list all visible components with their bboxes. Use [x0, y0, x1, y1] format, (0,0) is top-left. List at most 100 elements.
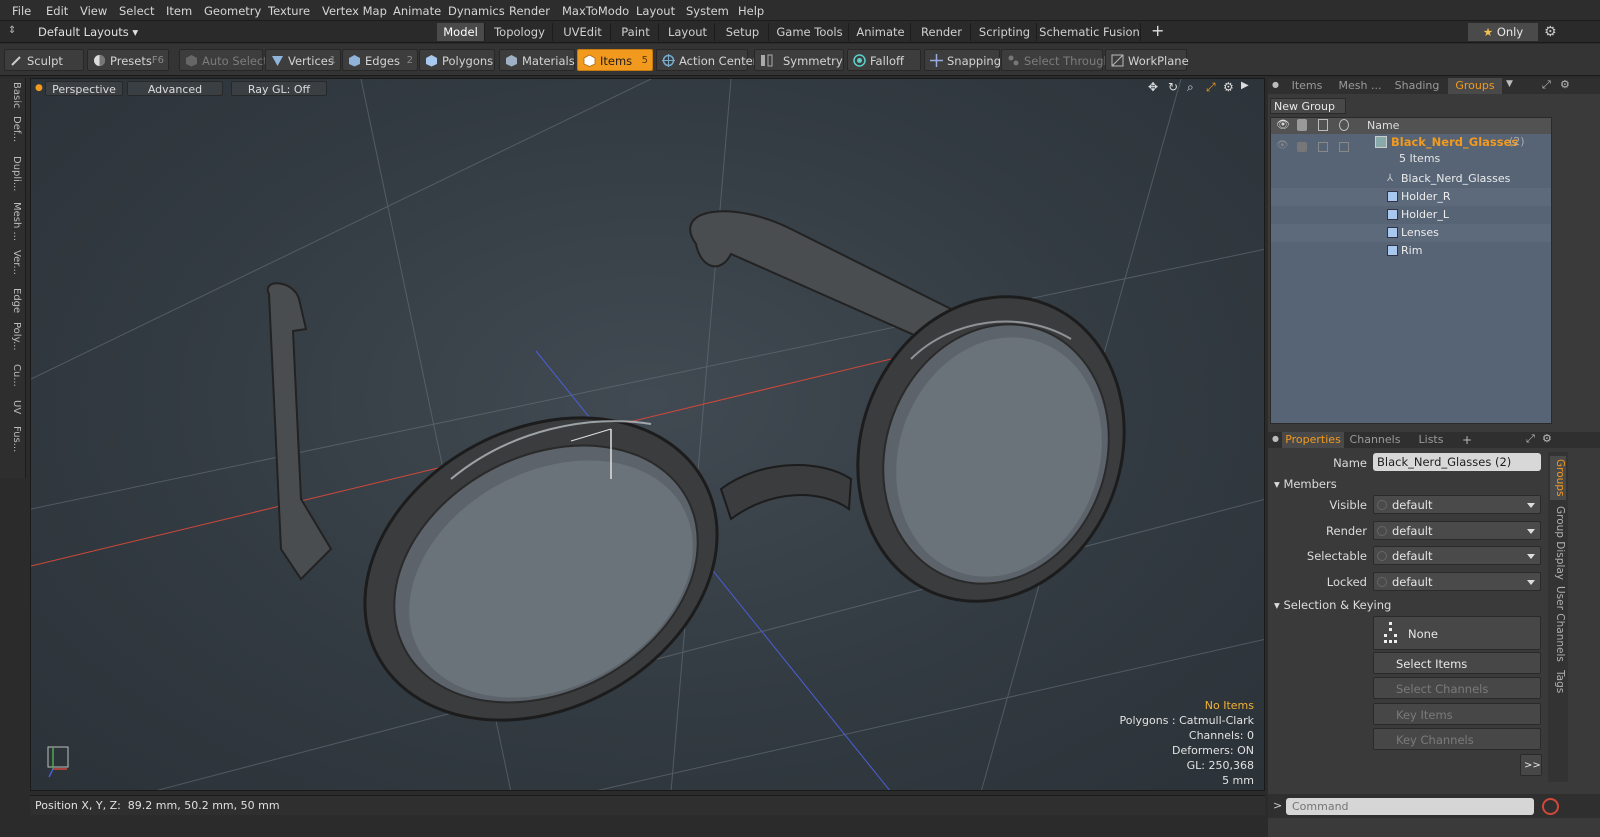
left-tab-fusion[interactable]: Fus...: [4, 426, 22, 466]
menu-select[interactable]: Select: [119, 3, 154, 19]
tab-dropdown-icon[interactable]: ▼: [1506, 79, 1513, 89]
add-tab-icon[interactable]: +: [1151, 22, 1164, 40]
raygl-button[interactable]: Ray GL: Off: [231, 81, 327, 96]
selectable-dropdown[interactable]: default: [1373, 546, 1541, 565]
menu-file[interactable]: File: [12, 3, 31, 19]
tab-mesh[interactable]: Mesh ...: [1334, 78, 1386, 94]
tab-lists[interactable]: Lists: [1406, 432, 1456, 448]
members-section[interactable]: ▾ Members: [1274, 476, 1337, 492]
render-dropdown[interactable]: default: [1373, 521, 1541, 540]
list-item[interactable]: Lenses: [1271, 224, 1551, 242]
action-center-button[interactable]: Action Center: [656, 49, 757, 71]
tab-items[interactable]: Items: [1284, 78, 1330, 94]
select-column-icon[interactable]: [1339, 119, 1349, 131]
tab-schematic-fusion[interactable]: Schematic Fusion: [1039, 23, 1141, 41]
lock-column-icon[interactable]: [1318, 119, 1328, 131]
tab-layout[interactable]: Layout: [661, 23, 715, 41]
select-channels-button[interactable]: Select Channels: [1373, 677, 1541, 699]
eye-column-icon[interactable]: 👁: [1276, 118, 1290, 131]
group-render-icon[interactable]: [1297, 142, 1307, 152]
left-tab-uv[interactable]: UV: [4, 400, 22, 422]
left-tab-deform[interactable]: Def...: [4, 116, 22, 152]
perspective-button[interactable]: Perspective: [45, 81, 123, 96]
workplane-button[interactable]: WorkPlane: [1105, 49, 1189, 71]
tab-setup[interactable]: Setup: [717, 23, 769, 41]
key-items-button[interactable]: Key Items: [1373, 703, 1541, 725]
viewport-menu-icon[interactable]: ●: [35, 83, 43, 93]
props-menu-icon[interactable]: ●: [1272, 434, 1279, 443]
zoom-icon[interactable]: ⌕: [1187, 80, 1194, 95]
tab-channels[interactable]: Channels: [1348, 432, 1402, 448]
menu-geometry[interactable]: Geometry: [204, 3, 261, 19]
command-input[interactable]: [1286, 798, 1534, 815]
layout-selector[interactable]: Default Layouts ▾: [38, 24, 138, 40]
menu-edit[interactable]: Edit: [46, 3, 68, 19]
viewport-expand-icon[interactable]: ▶: [1241, 80, 1249, 91]
menu-vertex-map[interactable]: Vertex Map: [322, 3, 387, 19]
locked-dropdown[interactable]: default: [1373, 572, 1541, 591]
menu-item[interactable]: Item: [166, 3, 192, 19]
menu-help[interactable]: Help: [738, 3, 764, 19]
3d-viewport[interactable]: ● Perspective Advanced Ray GL: Off ✥ ↻ ⌕…: [30, 78, 1265, 791]
list-item[interactable]: Rim: [1271, 242, 1551, 423]
left-tab-vertex[interactable]: Ver...: [4, 250, 22, 284]
group-row[interactable]: 👁 Black_Nerd_Glasses (2) 5 Items: [1271, 134, 1551, 170]
more-button[interactable]: >>: [1520, 754, 1542, 776]
left-tab-mesh[interactable]: Mesh ...: [4, 202, 22, 246]
edges-button[interactable]: Edges 2: [342, 49, 418, 71]
tab-paint[interactable]: Paint: [613, 23, 659, 41]
visible-dropdown[interactable]: default: [1373, 495, 1541, 514]
advanced-button[interactable]: Advanced: [127, 81, 223, 96]
record-icon[interactable]: [1542, 798, 1559, 815]
left-tab-curve[interactable]: Cu...: [4, 364, 22, 396]
menu-render[interactable]: Render: [509, 3, 550, 19]
left-tab-edge[interactable]: Edge: [4, 288, 22, 320]
list-item[interactable]: Holder_R: [1271, 188, 1551, 206]
left-tab-duplicate[interactable]: Dupli...: [4, 156, 22, 198]
viewport-settings-icon[interactable]: ⚙: [1223, 80, 1234, 94]
select-items-button[interactable]: Select Items: [1373, 652, 1541, 674]
menu-layout[interactable]: Layout: [636, 3, 675, 19]
only-button[interactable]: ★ Only: [1468, 23, 1538, 41]
side-tab-groups[interactable]: Groups: [1550, 456, 1566, 500]
side-tab-user-channels[interactable]: User Channels: [1550, 586, 1566, 662]
menu-texture[interactable]: Texture: [268, 3, 310, 19]
tab-properties[interactable]: Properties: [1282, 432, 1344, 448]
tab-uvedit[interactable]: UVEdit: [555, 23, 611, 41]
panel-gear-icon[interactable]: ⚙: [1560, 78, 1570, 91]
left-tab-polygon[interactable]: Poly...: [4, 322, 22, 360]
selection-keying-section[interactable]: ▾ Selection & Keying: [1274, 597, 1391, 613]
menu-maxtomodo[interactable]: MaxToModo: [562, 3, 629, 19]
tab-scripting[interactable]: Scripting: [973, 23, 1037, 41]
tab-groups[interactable]: Groups: [1448, 78, 1502, 94]
group-name-field[interactable]: Black_Nerd_Glasses (2): [1373, 453, 1541, 471]
none-button[interactable]: None: [1373, 616, 1541, 650]
menu-view[interactable]: View: [80, 3, 107, 19]
snapping-button[interactable]: Snapping: [924, 49, 1001, 71]
menu-system[interactable]: System: [686, 3, 729, 19]
add-tab-icon[interactable]: +: [1462, 432, 1472, 448]
props-gear-icon[interactable]: ⚙: [1542, 432, 1552, 445]
render-column-icon[interactable]: [1297, 119, 1307, 131]
group-visibility-icon[interactable]: 👁: [1276, 140, 1289, 151]
name-column-header[interactable]: Name: [1367, 119, 1399, 132]
collapse-icon[interactable]: ⇕: [8, 25, 20, 37]
sculpt-button[interactable]: Sculpt: [4, 49, 84, 71]
vertices-button[interactable]: Vertices 1: [265, 49, 341, 71]
items-button[interactable]: Items 5: [577, 49, 653, 71]
group-select-icon[interactable]: [1339, 142, 1349, 152]
key-channels-button[interactable]: Key Channels: [1373, 728, 1541, 750]
tab-render[interactable]: Render: [913, 23, 971, 41]
group-lock-icon[interactable]: [1318, 142, 1328, 152]
materials-button[interactable]: Materials: [499, 49, 575, 71]
tab-topology[interactable]: Topology: [487, 23, 553, 41]
presets-button[interactable]: Presets F6: [87, 49, 169, 71]
side-tab-group-display[interactable]: Group Display: [1550, 504, 1566, 582]
falloff-button[interactable]: Falloff: [847, 49, 921, 71]
panel-maximize-icon[interactable]: ⤢: [1542, 78, 1551, 92]
left-tab-basic[interactable]: Basic: [4, 82, 22, 112]
list-item[interactable]: ⅄ Black_Nerd_Glasses: [1271, 170, 1551, 188]
side-tab-tags[interactable]: Tags: [1550, 666, 1566, 698]
props-maximize-icon[interactable]: ⤢: [1526, 432, 1535, 446]
polygons-button[interactable]: Polygons: [419, 49, 495, 71]
